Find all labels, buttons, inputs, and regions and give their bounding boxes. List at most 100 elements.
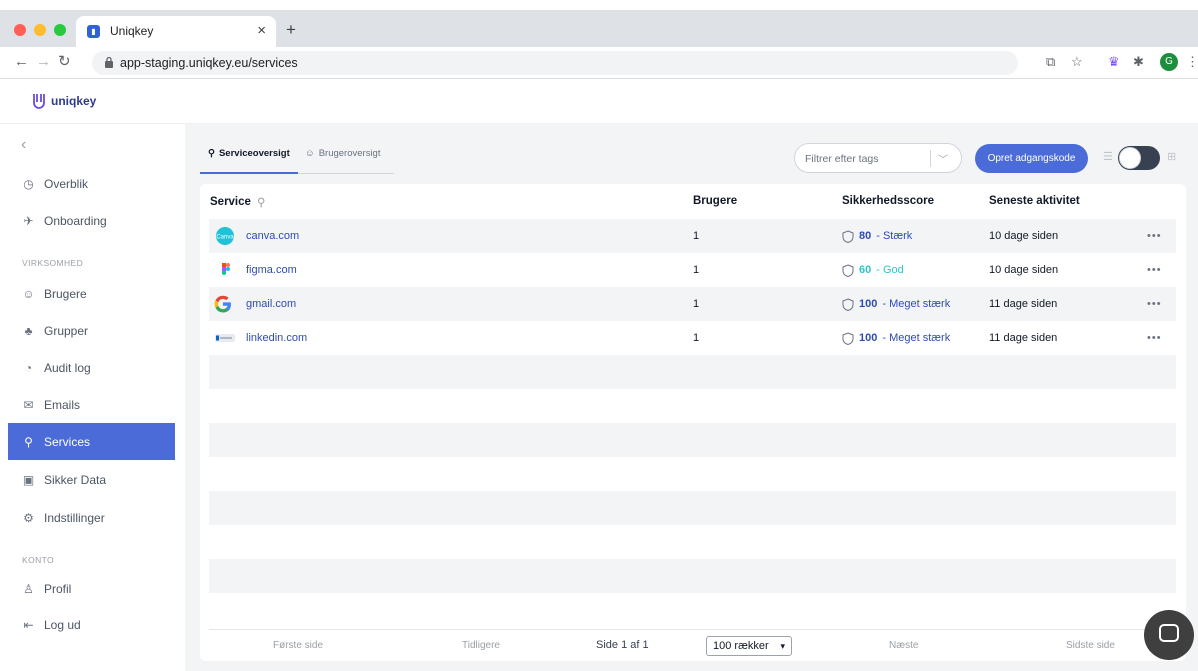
sidebar-item-sikker-data[interactable]: ▣ Sikker Data (8, 461, 175, 498)
avatar[interactable]: G (1160, 53, 1178, 71)
reload-icon[interactable]: ↻ (58, 54, 71, 70)
last-activity: 11 dage siden (989, 332, 1058, 344)
search-icon[interactable]: ⚲ (257, 195, 265, 209)
more-actions-icon[interactable]: ••• (1147, 321, 1162, 355)
kebab-menu-icon[interactable]: ⋮ (1186, 53, 1198, 71)
logo-text: uniqkey (51, 94, 97, 108)
sidebar-item-brugere[interactable]: ☺ Brugere (8, 275, 175, 312)
clock-icon: ◔ (24, 360, 33, 375)
sidebar-item-grupper[interactable]: ♣ Grupper (8, 312, 175, 349)
empty-row (209, 593, 1176, 627)
user-count: 1 (693, 230, 700, 242)
sidebar-item-profil[interactable]: ♙ Profil (8, 570, 175, 607)
column-header-last-activity[interactable]: Seneste aktivitet (989, 195, 1080, 207)
next-page-button[interactable]: Næste (889, 640, 918, 651)
browser-tab-bar: ▮ Uniqkey × + (0, 10, 1198, 47)
empty-row (209, 525, 1176, 559)
sidebar-item-services[interactable]: ⚲ Services (8, 423, 175, 460)
key-icon: ⚲ (24, 434, 33, 449)
sidebar-item-onboarding[interactable]: ✈ Onboarding (8, 202, 175, 239)
maximize-window-button[interactable] (54, 24, 66, 36)
sidebar-item-overblik[interactable]: ◷ Overblik (8, 165, 175, 202)
chat-launcher-button[interactable] (1144, 610, 1194, 660)
service-name[interactable]: linkedin.com (246, 321, 307, 355)
sidebar-item-audit-log[interactable]: ◔ Audit log (8, 349, 175, 386)
google-logo-icon (214, 295, 231, 313)
new-tab-button[interactable]: + (286, 21, 296, 38)
last-activity: 11 dage siden (989, 298, 1058, 310)
browser-tab[interactable]: ▮ Uniqkey × (76, 16, 276, 47)
list-view-icon[interactable]: ☰ (1103, 150, 1113, 163)
user-count: 1 (693, 264, 700, 276)
service-name[interactable]: gmail.com (246, 287, 296, 321)
sidebar-item-emails[interactable]: ✉ Emails (8, 386, 175, 423)
table-row[interactable]: gmail.com 1 100 - Meget stærk 11 dage si… (209, 287, 1176, 321)
view-toggle[interactable] (1118, 146, 1160, 170)
first-page-button[interactable]: Første side (273, 640, 323, 651)
browser-toolbar: ← → ↻ app-staging.uniqkey.eu/services ⧉ … (0, 47, 1198, 79)
column-header-security-score[interactable]: Sikkerhedsscore (842, 195, 934, 207)
more-actions-icon[interactable]: ••• (1147, 253, 1162, 287)
tab-brugeroversigt[interactable]: ☺ Brugeroversigt (305, 148, 380, 159)
table-row[interactable]: Canva canva.com 1 80 - Stærk 10 dage sid… (209, 219, 1176, 253)
shield-icon (842, 229, 854, 243)
chevron-down-icon[interactable]: ﹀ (938, 151, 948, 166)
score-value: 100 (859, 332, 878, 344)
minimize-window-button[interactable] (34, 24, 46, 36)
last-activity: 10 dage siden (989, 264, 1059, 276)
service-name[interactable]: canva.com (246, 219, 299, 253)
app-header: uniqkey (0, 79, 1198, 124)
create-password-button[interactable]: Opret adgangskode (975, 144, 1088, 173)
linkedin-logo-icon (215, 334, 235, 342)
close-icon[interactable]: × (257, 22, 266, 39)
last-page-button[interactable]: Sidste side (1066, 640, 1115, 651)
back-arrow-icon[interactable]: ← (14, 54, 29, 70)
user-icon: ♙ (23, 581, 34, 596)
sidebar-item-label: Onboarding (44, 213, 107, 228)
table-row[interactable]: linkedin.com 1 100 - Meget stærk 11 dage… (209, 321, 1176, 355)
url-text: app-staging.uniqkey.eu/services (120, 56, 298, 70)
tab-label: Brugeroversigt (318, 148, 381, 159)
previous-page-button[interactable]: Tidligere (462, 640, 500, 651)
chevron-down-icon: ▾ (780, 641, 785, 651)
sidebar-item-label: Emails (44, 397, 81, 412)
tab-title: Uniqkey (110, 24, 154, 38)
forward-arrow-icon[interactable]: → (36, 54, 51, 70)
security-score: 100 - Meget stærk (842, 321, 950, 355)
sidebar-item-log-ud[interactable]: ⇤ Log ud (8, 606, 175, 643)
sidebar-item-indstillinger[interactable]: ⚙ Indstillinger (8, 499, 175, 536)
table-row[interactable]: figma.com 1 60 - God 10 dage siden ••• (209, 253, 1176, 287)
column-header-service[interactable]: Service ⚲ (210, 195, 265, 209)
sidebar-item-label: Indstillinger (44, 510, 105, 525)
tab-label: Serviceoversigt (218, 148, 290, 159)
score-label: - God (876, 264, 904, 276)
service-name[interactable]: figma.com (246, 253, 297, 287)
sidebar-item-label: Profil (44, 581, 72, 596)
tag-filter-select[interactable]: Filtrer efter tags ﹀ (794, 143, 962, 173)
empty-row (209, 457, 1176, 491)
address-bar[interactable]: app-staging.uniqkey.eu/services (92, 51, 1018, 75)
translate-icon[interactable]: ⧉ (1046, 53, 1055, 71)
column-header-users[interactable]: Brugere (693, 195, 737, 207)
tab-serviceoversigt[interactable]: ⚲ Serviceoversigt (208, 148, 290, 159)
grid-view-icon[interactable]: ⊞ (1167, 150, 1176, 163)
group-icon: ♣ (24, 323, 33, 338)
gauge-icon: ◷ (23, 176, 34, 191)
more-actions-icon[interactable]: ••• (1147, 287, 1162, 321)
logo[interactable]: uniqkey (31, 93, 96, 109)
figma-logo-icon (222, 263, 230, 275)
favicon-icon: ▮ (87, 25, 100, 38)
star-icon[interactable]: ☆ (1071, 53, 1083, 71)
puzzle-icon[interactable]: ✱ (1133, 53, 1144, 71)
sidebar-item-label: Grupper (44, 323, 89, 338)
sidebar-item-label: Audit log (44, 360, 91, 375)
chat-icon (1159, 624, 1179, 642)
chevron-left-icon[interactable]: ‹ (21, 136, 26, 154)
rows-per-page-select[interactable]: 100 rækker ▾ (706, 636, 792, 656)
extension-uniqkey-icon[interactable]: ♛ (1108, 53, 1120, 71)
close-window-button[interactable] (14, 24, 26, 36)
more-actions-icon[interactable]: ••• (1147, 219, 1162, 253)
empty-row (209, 491, 1176, 525)
toggle-knob (1119, 147, 1141, 169)
empty-row (209, 423, 1176, 457)
